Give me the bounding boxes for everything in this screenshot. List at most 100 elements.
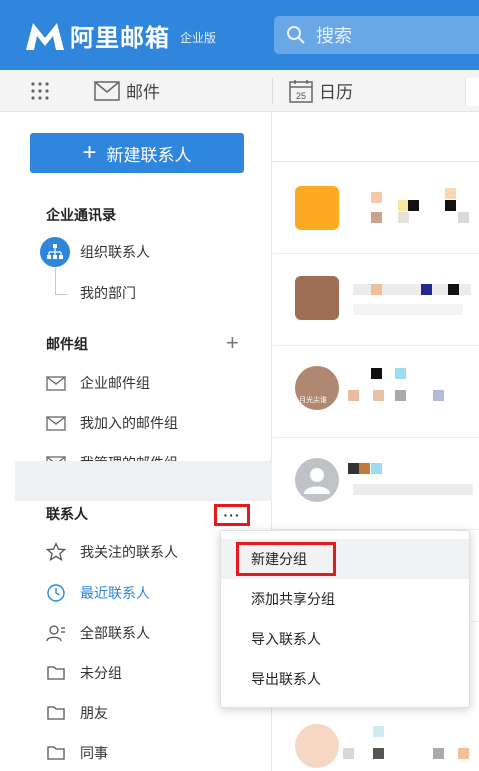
search-icon — [287, 26, 305, 44]
sidebar-item-friends[interactable]: 朋友 — [46, 703, 108, 723]
sidebar-item-starred-contacts[interactable]: 我关注的联系人 — [46, 542, 178, 562]
redacted-block — [371, 192, 382, 203]
mail-group-label: 企业邮件组 — [80, 375, 150, 391]
contacts-context-menu: 新建分组 添加共享分组 导入联系人 导出联系人 — [220, 530, 470, 708]
contacts-more-button[interactable]: ··· — [214, 504, 250, 526]
folder-icon — [47, 746, 65, 760]
sidebar-item-colleagues[interactable]: 同事 — [46, 743, 108, 763]
contact-group-label: 未分组 — [80, 665, 122, 681]
contact-row[interactable] — [273, 712, 479, 771]
star-icon — [46, 542, 66, 562]
contact-group-label: 同事 — [80, 745, 108, 761]
nav-edge — [465, 78, 479, 106]
sidebar-item-all-contacts[interactable]: 全部联系人 — [46, 623, 150, 643]
section-contacts: 联系人 — [46, 506, 88, 522]
top-header: 阿里邮箱 企业版 搜索 — [0, 0, 479, 70]
redacted-block — [445, 188, 456, 199]
redacted-block — [373, 390, 384, 401]
contact-group-label: 我关注的联系人 — [80, 544, 178, 560]
search-input[interactable]: 搜索 — [274, 16, 479, 54]
contact-row[interactable] — [273, 438, 479, 530]
contact-group-label: 全部联系人 — [80, 625, 150, 641]
contact-row[interactable] — [273, 254, 479, 346]
org-contacts-label: 组织联系人 — [80, 244, 150, 260]
my-department-label: 我的部门 — [80, 285, 136, 301]
new-contact-label: 新建联系人 — [106, 145, 192, 165]
clock-icon — [47, 584, 65, 602]
logo-m-icon — [26, 22, 64, 50]
redacted-block — [445, 200, 456, 211]
menu-highlight-box — [236, 542, 336, 576]
folder-icon — [47, 666, 65, 680]
redacted-block — [448, 284, 459, 295]
section-enterprise: 企业通讯录 — [46, 207, 116, 223]
calendar-icon: 25 — [289, 79, 313, 103]
menu-item-export-contacts[interactable]: 导出联系人 — [221, 659, 469, 699]
redacted-block — [398, 212, 409, 223]
sidebar-item-ungrouped[interactable]: 未分组 — [46, 663, 122, 683]
contact-group-label: 最近联系人 — [80, 585, 150, 601]
calendar-day: 25 — [296, 91, 306, 101]
contact-avatar: 月光尖谁 — [295, 366, 339, 410]
redacted-block — [433, 390, 444, 401]
tree-connector — [55, 268, 56, 294]
sidebar-item-recent-contacts[interactable]: 最近联系人 — [46, 583, 150, 603]
mail-icon — [94, 80, 120, 101]
tab-calendar[interactable]: 25 日历 — [289, 78, 353, 103]
active-row-highlight — [15, 461, 272, 501]
plus-icon: + — [82, 139, 97, 166]
redacted-block — [458, 212, 469, 223]
app-grid-icon[interactable] — [30, 81, 50, 101]
sidebar-item-org-contacts[interactable]: 组织联系人 — [66, 242, 150, 262]
contact-avatar — [295, 724, 339, 768]
contact-list-header — [273, 112, 479, 162]
sidebar-item-joined-mail-group[interactable]: 我加入的邮件组 — [46, 413, 178, 433]
mail-group-icon — [46, 376, 66, 391]
redacted-block — [433, 748, 444, 759]
contact-avatar — [295, 458, 339, 502]
redacted-block — [371, 284, 382, 295]
tab-mail[interactable]: 邮件 — [94, 78, 160, 103]
contact-group-label: 朋友 — [80, 705, 108, 721]
redacted-block — [373, 726, 384, 737]
default-user-icon — [304, 468, 330, 494]
redacted-block — [353, 484, 473, 495]
redacted-block — [371, 212, 382, 223]
brand-logo[interactable]: 阿里邮箱 企业版 — [24, 18, 216, 53]
redacted-block — [408, 200, 419, 211]
search-placeholder: 搜索 — [316, 26, 352, 46]
redacted-block — [395, 390, 406, 401]
edition-label: 企业版 — [180, 31, 217, 45]
sidebar-item-my-department[interactable]: 我的部门 — [66, 283, 136, 303]
mail-group-label: 我加入的邮件组 — [80, 415, 178, 431]
redacted-block — [421, 284, 432, 295]
contacts-icon — [46, 625, 65, 642]
tab-calendar-label: 日历 — [319, 83, 353, 102]
redacted-block — [395, 368, 406, 379]
redacted-block — [359, 463, 370, 474]
avatar-caption: 月光尖谁 — [299, 397, 327, 404]
redacted-block — [353, 304, 463, 315]
contact-avatar — [295, 276, 339, 320]
redacted-block — [343, 748, 354, 759]
redacted-block — [348, 390, 359, 401]
contact-row[interactable]: 月光尖谁 — [273, 346, 479, 438]
redacted-block — [373, 748, 384, 759]
mail-group-icon — [46, 416, 66, 431]
app-nav-bar: 邮件 25 日历 — [0, 70, 479, 112]
folder-icon — [47, 706, 65, 720]
new-contact-button[interactable]: + 新建联系人 — [30, 133, 244, 173]
add-mail-group-button[interactable]: + — [226, 332, 239, 354]
menu-item-import-contacts[interactable]: 导入联系人 — [221, 619, 469, 659]
contact-row[interactable] — [273, 162, 479, 254]
section-mail-groups: 邮件组 — [46, 336, 88, 352]
redacted-block — [371, 463, 382, 474]
tab-mail-label: 邮件 — [126, 83, 160, 102]
redacted-block — [371, 368, 382, 379]
menu-item-add-shared-group[interactable]: 添加共享分组 — [221, 579, 469, 619]
nav-divider — [272, 78, 273, 104]
sidebar-item-enterprise-mail-group[interactable]: 企业邮件组 — [46, 373, 150, 393]
contact-avatar — [295, 186, 339, 230]
redacted-block — [458, 748, 469, 759]
redacted-block — [348, 463, 359, 474]
